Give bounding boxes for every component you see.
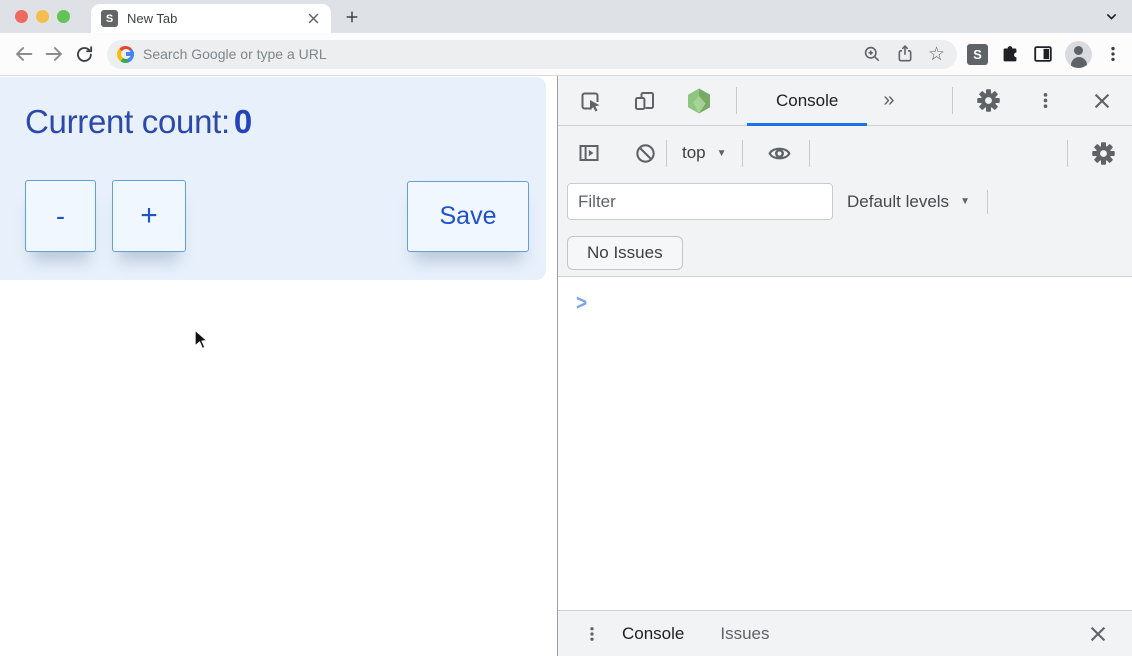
browser-menu-icon[interactable] (1103, 44, 1123, 64)
drawer-tab-console[interactable]: Console (622, 624, 684, 644)
tab-search-chevron-icon[interactable] (1104, 9, 1119, 24)
browser-window: S New Tab (0, 0, 1132, 656)
devtools-close-icon[interactable] (1087, 86, 1117, 116)
profile-avatar[interactable] (1065, 41, 1092, 68)
devtools-settings-gear-icon[interactable] (973, 86, 1003, 116)
more-tabs-icon[interactable]: » (883, 89, 894, 112)
devtools-panel: Console » (557, 76, 1132, 656)
divider (952, 87, 953, 114)
web-page: Current count:0 - + Save (0, 76, 557, 656)
zoom-page-icon[interactable] (862, 44, 882, 64)
increment-button[interactable]: + (112, 180, 186, 252)
count-label: Current count: (25, 103, 230, 140)
browser-toolbar: ☆ S (0, 33, 1132, 76)
reload-icon[interactable] (69, 39, 99, 69)
live-expression-eye-icon[interactable] (765, 138, 795, 168)
inspect-element-icon[interactable] (576, 86, 606, 116)
devtools-menu-icon[interactable] (1030, 86, 1060, 116)
console-prompt-chevron[interactable]: > (576, 291, 587, 316)
console-tab-label: Console (776, 91, 838, 111)
close-window-button[interactable] (15, 10, 28, 23)
tab-close-icon[interactable] (306, 11, 321, 26)
console-settings-gear-icon[interactable] (1088, 138, 1118, 168)
save-button[interactable]: Save (407, 181, 529, 252)
execution-context-selector[interactable]: top ▼ (682, 143, 727, 163)
content-area: Current count:0 - + Save (0, 76, 1132, 656)
drawer-tab-issues[interactable]: Issues (720, 624, 769, 644)
chevron-down-icon: ▼ (960, 196, 970, 207)
context-label: top (682, 143, 706, 163)
minimize-window-button[interactable] (36, 10, 49, 23)
back-icon[interactable] (9, 39, 39, 69)
log-levels-dropdown[interactable]: Default levels ▼ (847, 192, 970, 212)
tab-title: New Tab (127, 11, 306, 26)
url-input[interactable] (143, 46, 862, 62)
active-tab-underline (747, 123, 867, 126)
tab-favicon: S (101, 10, 118, 27)
browser-tab[interactable]: S New Tab (91, 4, 331, 33)
zoom-window-button[interactable] (57, 10, 70, 23)
side-panel-icon[interactable] (1032, 43, 1054, 65)
no-issues-button[interactable]: No Issues (567, 236, 683, 270)
console-output-area[interactable]: > (558, 277, 1132, 610)
node-devtools-icon[interactable] (684, 86, 714, 116)
count-value: 0 (234, 103, 252, 140)
levels-label: Default levels (847, 192, 949, 212)
drawer-menu-icon[interactable] (582, 619, 602, 649)
divider (809, 140, 810, 167)
new-tab-button[interactable] (344, 9, 360, 25)
current-count-heading: Current count:0 (25, 103, 252, 141)
divider (666, 140, 667, 167)
divider (736, 87, 737, 114)
chevron-down-icon: ▼ (717, 148, 727, 159)
divider (742, 140, 743, 167)
decrement-button[interactable]: - (25, 180, 96, 252)
drawer-close-icon[interactable] (1083, 619, 1113, 649)
extension-s-icon[interactable]: S (967, 44, 988, 65)
tab-strip: S New Tab (0, 0, 1132, 33)
device-toolbar-icon[interactable] (630, 86, 660, 116)
traffic-lights (15, 10, 70, 23)
mouse-cursor (194, 329, 210, 356)
bookmark-star-icon[interactable]: ☆ (928, 45, 945, 64)
console-toolbar: top ▼ Default levels (558, 126, 1132, 277)
divider (1067, 140, 1068, 167)
clear-console-icon[interactable] (630, 138, 660, 168)
tab-console[interactable]: Console (747, 76, 867, 125)
console-sidebar-icon[interactable] (574, 138, 604, 168)
devtools-drawer: Console Issues (558, 610, 1132, 656)
forward-icon[interactable] (39, 39, 69, 69)
divider (987, 190, 988, 214)
address-bar[interactable]: ☆ (107, 40, 957, 69)
extensions-puzzle-icon[interactable] (999, 43, 1021, 65)
console-filter-input[interactable] (567, 183, 833, 220)
google-logo-icon (117, 46, 134, 63)
share-icon[interactable] (895, 44, 915, 64)
devtools-tab-bar: Console » (558, 76, 1132, 126)
